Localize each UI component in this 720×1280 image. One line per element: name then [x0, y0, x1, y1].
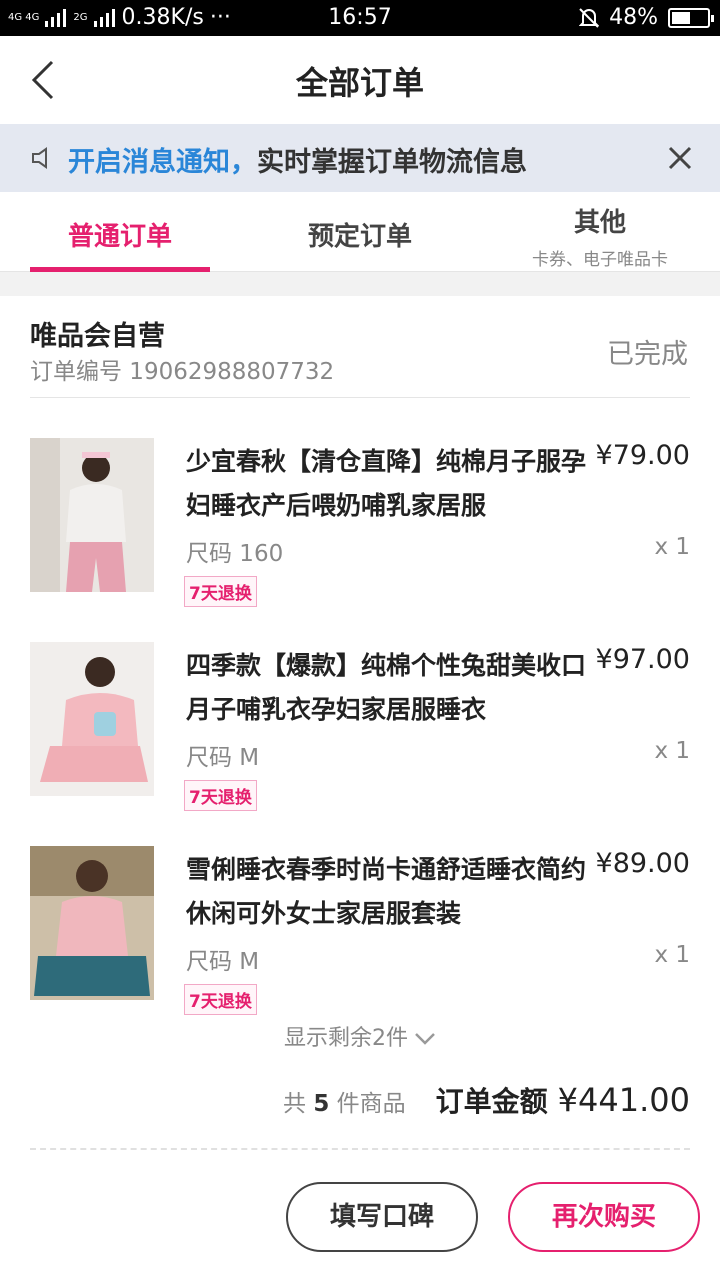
chevron-down-icon	[415, 1033, 435, 1045]
show-remaining-label: 显示剩余2件	[284, 1026, 408, 1051]
tab-sublabel: 卡券、电子唯品卡	[532, 250, 668, 270]
order-item[interactable]: 四季款【爆款】纯棉个性兔甜美收口月子哺乳衣孕妇家居服睡衣 ¥97.00 尺码 M…	[0, 602, 720, 811]
item-count: 共 5 件商品	[283, 1084, 406, 1118]
product-price: ¥97.00	[595, 644, 690, 675]
product-name: 四季款【爆款】纯棉个性兔甜美收口月子哺乳衣孕妇家居服睡衣	[186, 651, 587, 724]
product-image	[30, 846, 154, 1000]
order-item[interactable]: 雪俐睡衣春季时尚卡通舒适睡衣简约休闲可外女士家居服套装 ¥89.00 尺码 M …	[0, 806, 720, 1015]
count-suffix: 件商品	[336, 1091, 406, 1117]
battery-percent: 48%	[609, 5, 658, 30]
tab-label: 预定订单	[307, 222, 412, 252]
product-price: ¥89.00	[595, 848, 690, 879]
total-label: 订单金额	[435, 1085, 548, 1118]
product-quantity: x 1	[654, 942, 690, 968]
order-item[interactable]: 少宜春秋【清仓直降】纯棉月子服孕妇睡衣产后喂奶哺乳家居服 ¥79.00 尺码 1…	[0, 398, 720, 607]
order-header[interactable]: 唯品会自营 订单编号 19062988807732 已完成	[0, 296, 720, 398]
product-quantity: x 1	[654, 738, 690, 764]
buy-again-button[interactable]: 再次购买	[508, 1182, 700, 1252]
order-tabs: 普通订单 预定订单 其他 卡券、电子唯品卡	[0, 192, 720, 272]
shop-name: 唯品会自营	[30, 321, 165, 352]
product-name: 少宜春秋【清仓直降】纯棉月子服孕妇睡衣产后喂奶哺乳家居服	[186, 447, 587, 520]
order-number: 订单编号 19062988807732	[30, 359, 335, 385]
speaker-icon	[32, 147, 47, 169]
count-prefix: 共	[283, 1091, 307, 1117]
product-price: ¥79.00	[595, 440, 690, 471]
order-total: 共 5 件商品 订单金额 ¥441.00	[283, 1080, 690, 1120]
total-amount: ¥441.00	[557, 1081, 690, 1119]
product-name: 雪俐睡衣春季时尚卡通舒适睡衣简约休闲可外女士家居服套装	[186, 855, 587, 928]
tab-normal-orders[interactable]: 普通订单	[30, 192, 210, 272]
page-title: 全部订单	[295, 64, 424, 102]
tab-label: 其他	[573, 208, 626, 238]
tab-preorders[interactable]: 预定订单	[270, 192, 450, 272]
product-image	[30, 438, 154, 592]
notice-text: 开启消息通知，实时掌握订单物流信息	[68, 140, 527, 179]
close-icon[interactable]	[666, 144, 694, 172]
notice-message: 实时掌握订单物流信息	[257, 147, 527, 178]
product-size: 尺码 160	[186, 541, 284, 567]
product-quantity: x 1	[654, 534, 690, 560]
status-right: 48%	[579, 5, 714, 30]
dashed-divider	[30, 1148, 690, 1150]
show-remaining-button[interactable]: 显示剩余2件	[0, 1020, 720, 1052]
battery-icon	[668, 7, 714, 28]
mute-bell-icon	[579, 7, 600, 28]
write-review-button[interactable]: 填写口碑	[286, 1182, 478, 1252]
product-size: 尺码 M	[186, 949, 260, 975]
product-image	[30, 642, 154, 796]
product-size: 尺码 M	[186, 745, 260, 771]
notice-highlight[interactable]: 开启消息通知，	[68, 147, 257, 178]
status-bar: 4G 4G 2G 0.38K/s ··· 16:57 48%	[0, 0, 720, 36]
tab-label: 普通订单	[67, 222, 172, 252]
return-policy-badge: 7天退换	[184, 984, 257, 1015]
order-status: 已完成	[607, 339, 688, 370]
count-value: 5	[313, 1091, 330, 1117]
notification-banner[interactable]: 开启消息通知，实时掌握订单物流信息	[0, 124, 720, 192]
section-divider	[0, 272, 720, 296]
tab-other[interactable]: 其他 卡券、电子唯品卡	[500, 192, 700, 272]
nav-bar: 全部订单	[0, 36, 720, 124]
